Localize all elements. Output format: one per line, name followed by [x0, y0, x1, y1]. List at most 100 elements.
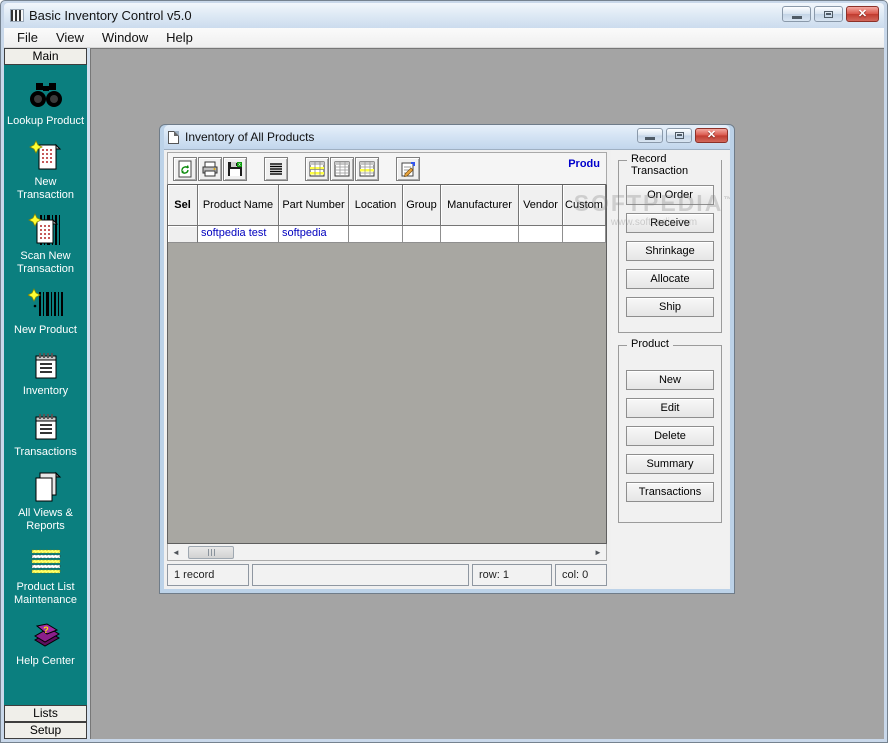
- sidebar-item-inventory[interactable]: Inventory: [4, 343, 87, 404]
- grid-plain-button[interactable]: [330, 157, 354, 181]
- receipt-new-icon: [29, 140, 63, 172]
- refresh-button[interactable]: [173, 157, 197, 181]
- column-header-sel[interactable]: Sel: [168, 185, 198, 226]
- grid-region: x Produ Sel Product Name: [167, 152, 607, 586]
- grid-mixed-button[interactable]: [355, 157, 379, 181]
- list-view-icon: [267, 160, 285, 178]
- menu-file[interactable]: File: [8, 28, 47, 47]
- list-view-button[interactable]: [264, 157, 288, 181]
- sidebar-item-product-list-maintenance[interactable]: Product List Maintenance: [4, 539, 87, 613]
- column-header-group[interactable]: Group: [403, 185, 441, 226]
- receive-button[interactable]: Receive: [626, 213, 714, 233]
- documents-icon: [30, 470, 62, 504]
- print-button[interactable]: [198, 157, 222, 181]
- save-icon: x: [226, 160, 244, 178]
- grid-highlight-icon: [308, 160, 326, 178]
- new-product-button[interactable]: New: [626, 370, 714, 390]
- child-minimize-button[interactable]: [637, 128, 663, 143]
- window-title: Basic Inventory Control v5.0: [29, 8, 192, 23]
- help-book-icon: ?: [29, 620, 63, 650]
- status-col-indicator: col: 0: [555, 564, 607, 586]
- menu-window[interactable]: Window: [93, 28, 157, 47]
- cell-product-name[interactable]: softpedia test: [198, 226, 279, 243]
- sidebar-item-new-transaction[interactable]: New Transaction: [4, 134, 87, 208]
- window-titlebar[interactable]: Basic Inventory Control v5.0 ✕: [4, 3, 884, 28]
- close-icon: ✕: [707, 130, 716, 141]
- status-record-count: 1 record: [167, 564, 249, 586]
- sidebar-item-new-product[interactable]: New Product: [4, 282, 87, 343]
- properties-button[interactable]: [396, 157, 420, 181]
- grid-plain-icon: [333, 160, 351, 178]
- barcode-app-icon: [10, 9, 24, 22]
- print-icon: [201, 160, 219, 178]
- sidebar-item-all-views-reports[interactable]: All Views & Reports: [4, 465, 87, 539]
- sidebar-item-scan-new-transaction[interactable]: Scan New Transaction: [4, 208, 87, 282]
- grid-toolbar: x Produ: [167, 152, 607, 185]
- sidebar-tab-lists[interactable]: Lists: [4, 705, 87, 722]
- column-header-product-name[interactable]: Product Name: [198, 185, 279, 226]
- scroll-right-arrow-icon[interactable]: ►: [590, 545, 606, 560]
- minimize-button[interactable]: [782, 6, 811, 22]
- child-window-title: Inventory of All Products: [185, 130, 314, 144]
- on-order-button[interactable]: On Order: [626, 185, 714, 205]
- menu-help[interactable]: Help: [157, 28, 202, 47]
- transactions-button[interactable]: Transactions: [626, 482, 714, 502]
- notepad-icon: [31, 350, 61, 380]
- scroll-left-arrow-icon[interactable]: ◄: [168, 545, 184, 560]
- striped-list-icon: [29, 548, 63, 574]
- group-product: Product New Edit Delete Summary Transact…: [618, 345, 722, 523]
- child-titlebar[interactable]: Inventory of All Products ✕: [164, 125, 730, 149]
- restore-icon: [824, 11, 833, 18]
- close-button[interactable]: ✕: [846, 6, 879, 22]
- mdi-workspace: Inventory of All Products ✕ x: [90, 48, 884, 739]
- cell-manufacturer[interactable]: [441, 226, 519, 243]
- cell-part-number[interactable]: softpedia: [279, 226, 349, 243]
- cell-custom[interactable]: [563, 226, 606, 243]
- grid-highlight-button[interactable]: [305, 157, 329, 181]
- sidebar-item-transactions[interactable]: Transactions: [4, 404, 87, 465]
- shrinkage-button[interactable]: Shrinkage: [626, 241, 714, 261]
- child-maximize-button[interactable]: [666, 128, 692, 143]
- sidebar-item-help-center[interactable]: ? Help Center: [4, 613, 87, 674]
- binoculars-icon: [29, 82, 63, 108]
- column-header-manufacturer[interactable]: Manufacturer: [441, 185, 519, 226]
- column-header-custom[interactable]: Custom: [563, 185, 606, 226]
- cell-location[interactable]: [349, 226, 403, 243]
- document-icon: [168, 131, 179, 144]
- notepad-icon: [31, 411, 61, 441]
- sidebar-tab-main[interactable]: Main: [4, 48, 87, 65]
- maximize-button[interactable]: [814, 6, 843, 22]
- allocate-button[interactable]: Allocate: [626, 269, 714, 289]
- sidebar-item-lookup-product[interactable]: Lookup Product: [4, 73, 87, 134]
- grid-header-row: Sel Product Name Part Number Location Gr…: [168, 185, 606, 226]
- barcode-new-icon: [28, 288, 64, 320]
- svg-text:?: ?: [43, 625, 49, 635]
- sidebar-tab-setup[interactable]: Setup: [4, 722, 87, 739]
- grid-mixed-icon: [358, 160, 376, 178]
- ship-button[interactable]: Ship: [626, 297, 714, 317]
- status-bar: 1 record row: 1 col: 0: [167, 561, 607, 586]
- row-selector-cell[interactable]: [168, 226, 198, 243]
- close-icon: ✕: [858, 9, 867, 20]
- child-content: x Produ Sel Product Name: [164, 149, 730, 589]
- child-close-button[interactable]: ✕: [695, 128, 728, 143]
- group-record-transaction: Record Transaction On Order Receive Shri…: [618, 160, 722, 333]
- cell-group[interactable]: [403, 226, 441, 243]
- edit-product-button[interactable]: Edit: [626, 398, 714, 418]
- menu-bar: File View Window Help: [4, 28, 884, 48]
- properties-icon: [399, 160, 417, 178]
- table-row[interactable]: softpedia test softpedia: [168, 226, 606, 243]
- cell-vendor[interactable]: [519, 226, 563, 243]
- column-header-part-number[interactable]: Part Number: [279, 185, 349, 226]
- horizontal-scrollbar[interactable]: ◄ ►: [167, 544, 607, 561]
- restore-icon: [675, 132, 684, 139]
- menu-view[interactable]: View: [47, 28, 93, 47]
- delete-product-button[interactable]: Delete: [626, 426, 714, 446]
- products-link-label[interactable]: Produ: [568, 158, 600, 170]
- inventory-grid: Sel Product Name Part Number Location Gr…: [167, 185, 607, 544]
- save-button[interactable]: x: [223, 157, 247, 181]
- summary-button[interactable]: Summary: [626, 454, 714, 474]
- column-header-location[interactable]: Location: [349, 185, 403, 226]
- scrollbar-thumb[interactable]: [188, 546, 234, 559]
- column-header-vendor[interactable]: Vendor: [519, 185, 563, 226]
